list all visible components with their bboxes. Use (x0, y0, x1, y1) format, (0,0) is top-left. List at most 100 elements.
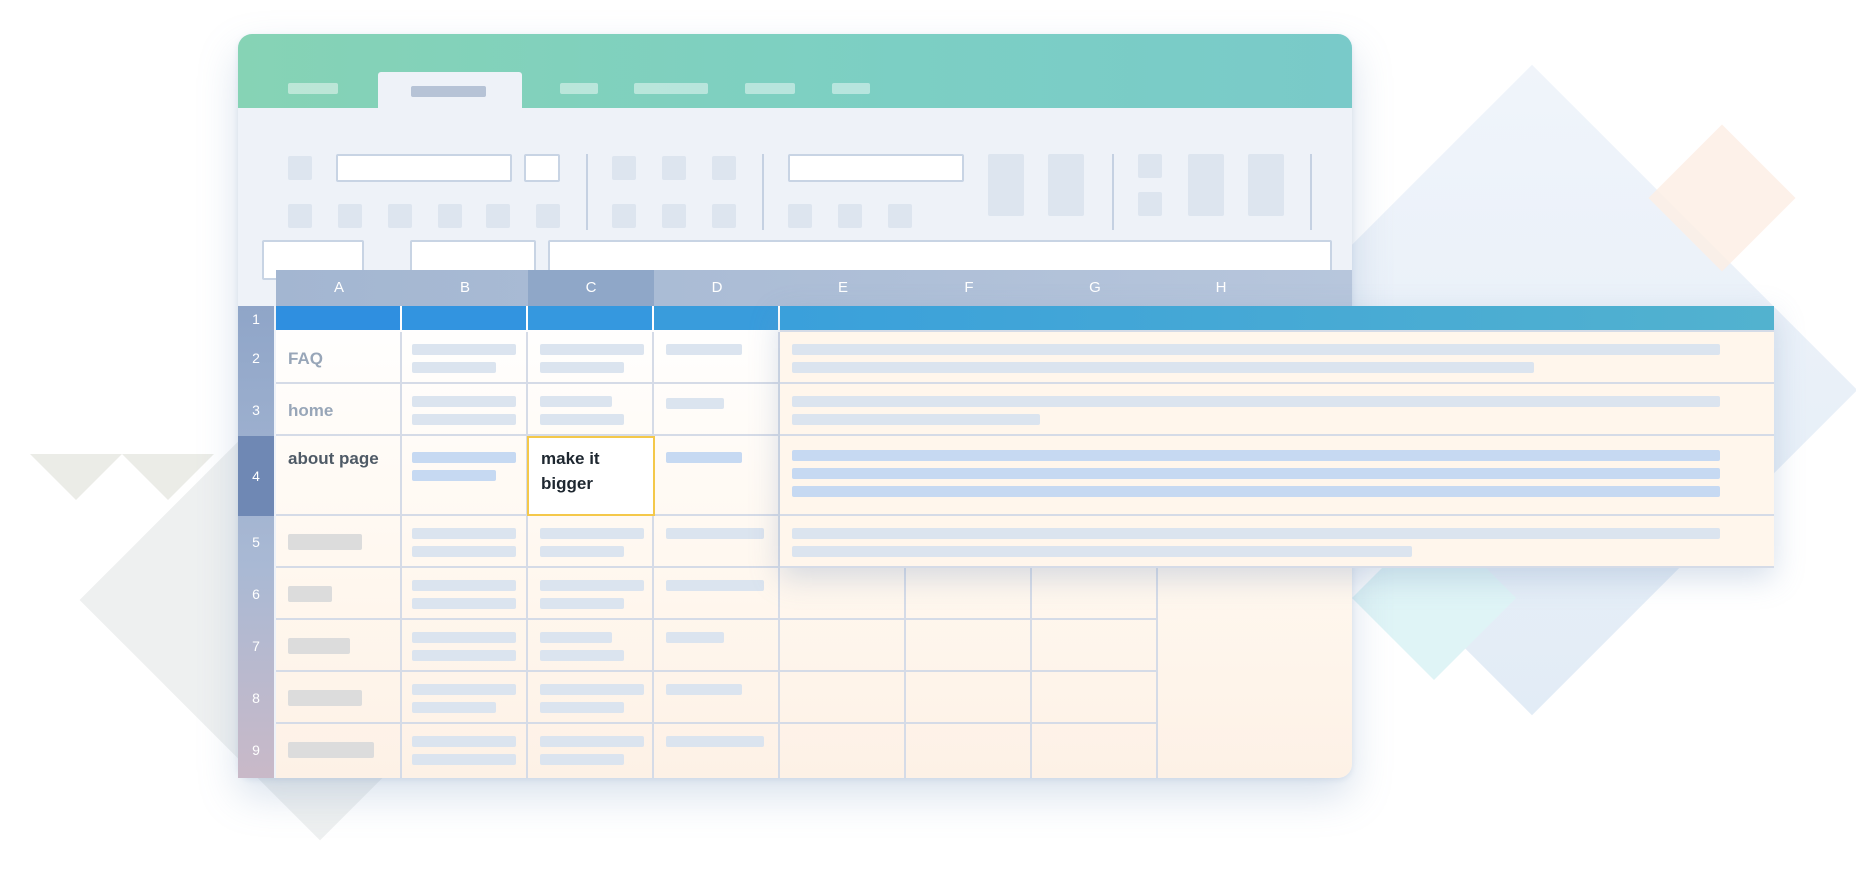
cell-placeholder (412, 528, 516, 539)
row-header-5[interactable]: 5 (238, 516, 274, 568)
ribbon-placeholder-icon[interactable] (486, 204, 510, 228)
cell-d3[interactable] (654, 384, 780, 436)
ribbon-placeholder-icon[interactable] (1138, 192, 1162, 216)
cell-placeholder (540, 754, 624, 765)
cell-e7[interactable] (780, 620, 906, 672)
cell-d9[interactable] (654, 724, 780, 778)
column-header-c[interactable]: C (528, 270, 654, 306)
row-header-2[interactable]: 2 (238, 332, 274, 384)
cell-g6[interactable] (1032, 568, 1158, 620)
header-row-cell-d[interactable] (654, 306, 778, 330)
cell-b9[interactable] (402, 724, 528, 778)
ribbon-large-button[interactable] (1248, 154, 1284, 216)
cell-d7[interactable] (654, 620, 780, 672)
cell-e6[interactable] (780, 568, 906, 620)
ribbon-placeholder-icon[interactable] (338, 204, 362, 228)
cell-g7[interactable] (1032, 620, 1158, 672)
ribbon-placeholder-icon[interactable] (612, 156, 636, 180)
cell-c3[interactable] (528, 384, 654, 436)
row-header-4[interactable]: 4 (238, 436, 274, 516)
cell-f8[interactable] (906, 672, 1032, 724)
ribbon-placeholder-icon[interactable] (712, 204, 736, 228)
ribbon-placeholder-icon[interactable] (1138, 154, 1162, 178)
cell-c6[interactable] (528, 568, 654, 620)
ribbon-placeholder-icon[interactable] (536, 204, 560, 228)
ribbon-placeholder-icon[interactable] (788, 204, 812, 228)
cell-g9[interactable] (1032, 724, 1158, 778)
cell-f6[interactable] (906, 568, 1032, 620)
cell-placeholder (540, 580, 644, 591)
ribbon-large-button[interactable] (1048, 154, 1084, 216)
ribbon-placeholder-icon[interactable] (838, 204, 862, 228)
panel-row-divider (780, 330, 1774, 332)
column-header-h[interactable]: H (1158, 270, 1284, 306)
cell-c8[interactable] (528, 672, 654, 724)
cell-a2-text: FAQ (288, 349, 323, 368)
cell-b7[interactable] (402, 620, 528, 672)
cell-placeholder (666, 684, 742, 695)
cell-c9[interactable] (528, 724, 654, 778)
cell-b6[interactable] (402, 568, 528, 620)
ribbon-placeholder-icon[interactable] (288, 204, 312, 228)
row-header-6[interactable]: 6 (238, 568, 274, 620)
menu-tab-home-active[interactable] (378, 72, 522, 110)
cell-d5[interactable] (654, 516, 780, 568)
cell-f7[interactable] (906, 620, 1032, 672)
cell-placeholder (412, 684, 516, 695)
cell-placeholder (540, 702, 624, 713)
ribbon-large-button[interactable] (1188, 154, 1224, 216)
panel-placeholder (792, 344, 1720, 355)
column-header-d[interactable]: D (654, 270, 780, 306)
cell-b3[interactable] (402, 384, 528, 436)
ribbon-placeholder-icon[interactable] (662, 204, 686, 228)
ribbon-placeholder-icon[interactable] (888, 204, 912, 228)
menu-tab-format[interactable] (634, 83, 708, 94)
ribbon-placeholder-icon[interactable] (662, 156, 686, 180)
row-header-1[interactable]: 1 (238, 306, 274, 332)
font-size-field[interactable] (524, 154, 560, 182)
cell-b2[interactable] (402, 332, 528, 384)
header-row-cell-b[interactable] (402, 306, 526, 330)
row-header-8[interactable]: 8 (238, 672, 274, 724)
column-header-b[interactable]: B (402, 270, 528, 306)
cell-f9[interactable] (906, 724, 1032, 778)
cell-b8[interactable] (402, 672, 528, 724)
font-name-field[interactable] (336, 154, 512, 182)
cell-d4[interactable] (654, 436, 780, 516)
row-header-3[interactable]: 3 (238, 384, 274, 436)
ribbon-placeholder-icon[interactable] (712, 156, 736, 180)
cell-g8[interactable] (1032, 672, 1158, 724)
row-header-9[interactable]: 9 (238, 724, 274, 776)
column-header-a[interactable]: A (276, 270, 402, 306)
cell-d6[interactable] (654, 568, 780, 620)
cell-placeholder (288, 690, 362, 706)
ribbon-placeholder-icon[interactable] (388, 204, 412, 228)
ribbon-large-button[interactable] (988, 154, 1024, 216)
menu-tab-view[interactable] (832, 83, 870, 94)
cell-d2[interactable] (654, 332, 780, 384)
ribbon-separator (586, 154, 588, 230)
cell-placeholder (412, 754, 516, 765)
cell-e8[interactable] (780, 672, 906, 724)
cell-c2[interactable] (528, 332, 654, 384)
header-row-cell-a[interactable] (276, 306, 400, 330)
cell-e9[interactable] (780, 724, 906, 778)
ribbon-placeholder-icon[interactable] (612, 204, 636, 228)
panel-placeholder (792, 486, 1720, 497)
cell-d8[interactable] (654, 672, 780, 724)
cell-c5[interactable] (528, 516, 654, 568)
column-header-e[interactable]: E (780, 270, 906, 306)
menu-tab-insert[interactable] (560, 83, 598, 94)
number-format-field[interactable] (788, 154, 964, 182)
row-header-7[interactable]: 7 (238, 620, 274, 672)
column-header-g[interactable]: G (1032, 270, 1158, 306)
header-row-cell-c[interactable] (528, 306, 652, 330)
cell-c7[interactable] (528, 620, 654, 672)
column-header-f[interactable]: F (906, 270, 1032, 306)
ribbon-placeholder-icon[interactable] (288, 156, 312, 180)
menu-tab-file[interactable] (288, 83, 338, 94)
merged-cell-panel[interactable] (780, 306, 1774, 568)
ribbon-placeholder-icon[interactable] (438, 204, 462, 228)
menu-tab-data[interactable] (745, 83, 795, 94)
cell-b5[interactable] (402, 516, 528, 568)
